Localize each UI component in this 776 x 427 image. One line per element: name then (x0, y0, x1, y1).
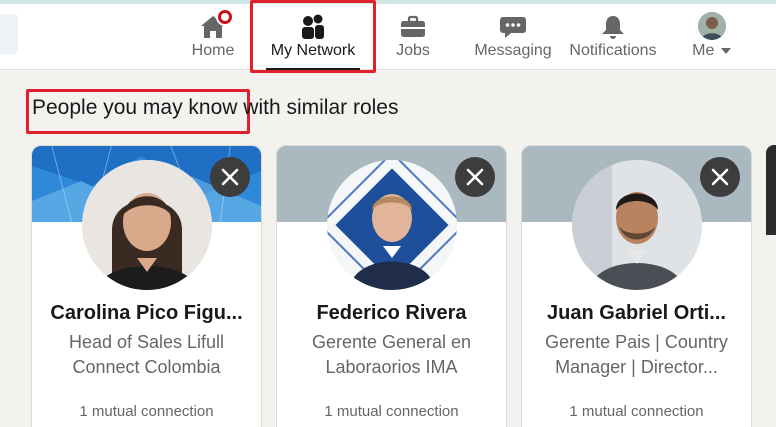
nav-notifications[interactable]: Notifications (564, 8, 662, 66)
notification-badge (216, 8, 234, 26)
mutual-connections: 1 mutual connection (569, 403, 704, 420)
person-name[interactable]: Carolina Pico Figu... (42, 302, 251, 325)
dismiss-button[interactable] (455, 157, 495, 197)
next-card-peek[interactable] (766, 145, 776, 235)
nav-me-text: Me (692, 42, 715, 59)
bell-icon (602, 16, 624, 39)
headline-line: Laboraorios IMA (325, 357, 458, 377)
dismiss-button[interactable] (700, 157, 740, 197)
avatar (698, 12, 726, 40)
chat-icon (500, 17, 526, 38)
person-headline: Head of Sales Lifull Connect Colombia (44, 330, 249, 380)
section-title: People you may know with similar roles (32, 96, 399, 119)
person-name[interactable]: Federico Rivera (287, 302, 496, 325)
person-headline: Gerente Pais | Country Manager | Directo… (534, 330, 739, 380)
global-nav: Home My Network Jobs Messaging Notificat… (0, 0, 776, 70)
dismiss-button[interactable] (210, 157, 250, 197)
headline-line: Manager | Director... (555, 357, 718, 377)
profile-photo[interactable] (326, 160, 457, 290)
top-accent-strip (0, 0, 776, 4)
active-tab-indicator (266, 68, 360, 70)
person-name[interactable]: Juan Gabriel Orti... (532, 302, 741, 325)
headline-line: Head of Sales Lifull (68, 332, 225, 352)
headline-line: Gerente Pais | Country (545, 332, 728, 352)
nav-me[interactable]: Me (682, 8, 742, 66)
close-icon (466, 168, 484, 186)
person-headline: Gerente General en Laboraorios IMA (289, 330, 494, 380)
nav-jobs-label: Jobs (396, 42, 430, 59)
person-card[interactable]: Juan Gabriel Orti... Gerente Pais | Coun… (521, 145, 752, 427)
headline-line: Connect Colombia (72, 357, 221, 377)
nav-my-network-label: My Network (270, 42, 356, 59)
nav-messaging-label: Messaging (474, 42, 552, 59)
profile-photo[interactable] (571, 160, 702, 290)
headline-line: Gerente General en (311, 332, 472, 352)
people-icon (302, 14, 324, 39)
caret-down-icon (720, 47, 731, 54)
nav-messaging[interactable]: Messaging (471, 8, 555, 66)
nav-home-label: Home (191, 42, 235, 59)
briefcase-icon (401, 15, 425, 37)
nav-home[interactable]: Home (186, 8, 240, 66)
nav-my-network[interactable]: My Network (258, 8, 368, 70)
mutual-connections: 1 mutual connection (79, 403, 214, 420)
search-box[interactable] (0, 14, 18, 54)
mutual-connections: 1 mutual connection (324, 403, 459, 420)
nav-notifications-label: Notifications (569, 42, 657, 59)
nav-jobs[interactable]: Jobs (386, 8, 440, 66)
close-icon (711, 168, 729, 186)
nav-me-label: Me (682, 42, 742, 60)
close-icon (221, 168, 239, 186)
person-card[interactable]: Carolina Pico Figu... Head of Sales Lifu… (31, 145, 262, 427)
person-card[interactable]: Federico Rivera Gerente General en Labor… (276, 145, 507, 427)
profile-photo[interactable] (81, 160, 212, 290)
